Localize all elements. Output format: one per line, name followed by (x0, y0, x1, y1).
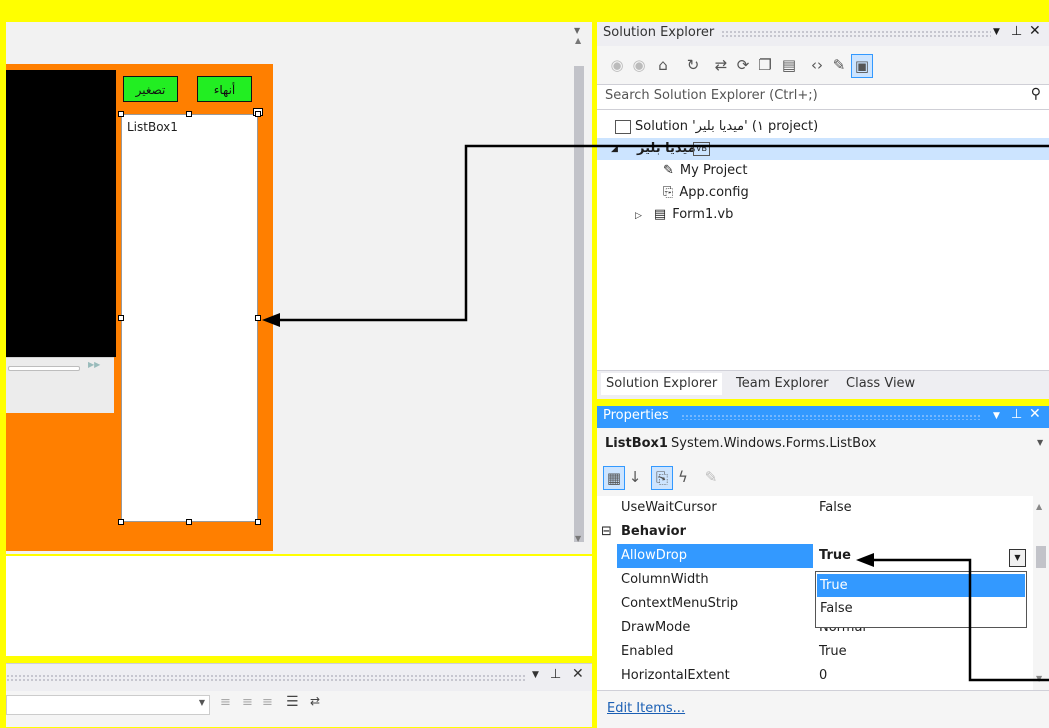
arrow-to-allowdrop (868, 558, 1049, 682)
annotation-arrows (262, 144, 1049, 682)
arrow-to-listbox (272, 144, 1049, 322)
arrowhead-allowdrop (856, 553, 874, 567)
arrowhead-listbox (262, 313, 280, 327)
